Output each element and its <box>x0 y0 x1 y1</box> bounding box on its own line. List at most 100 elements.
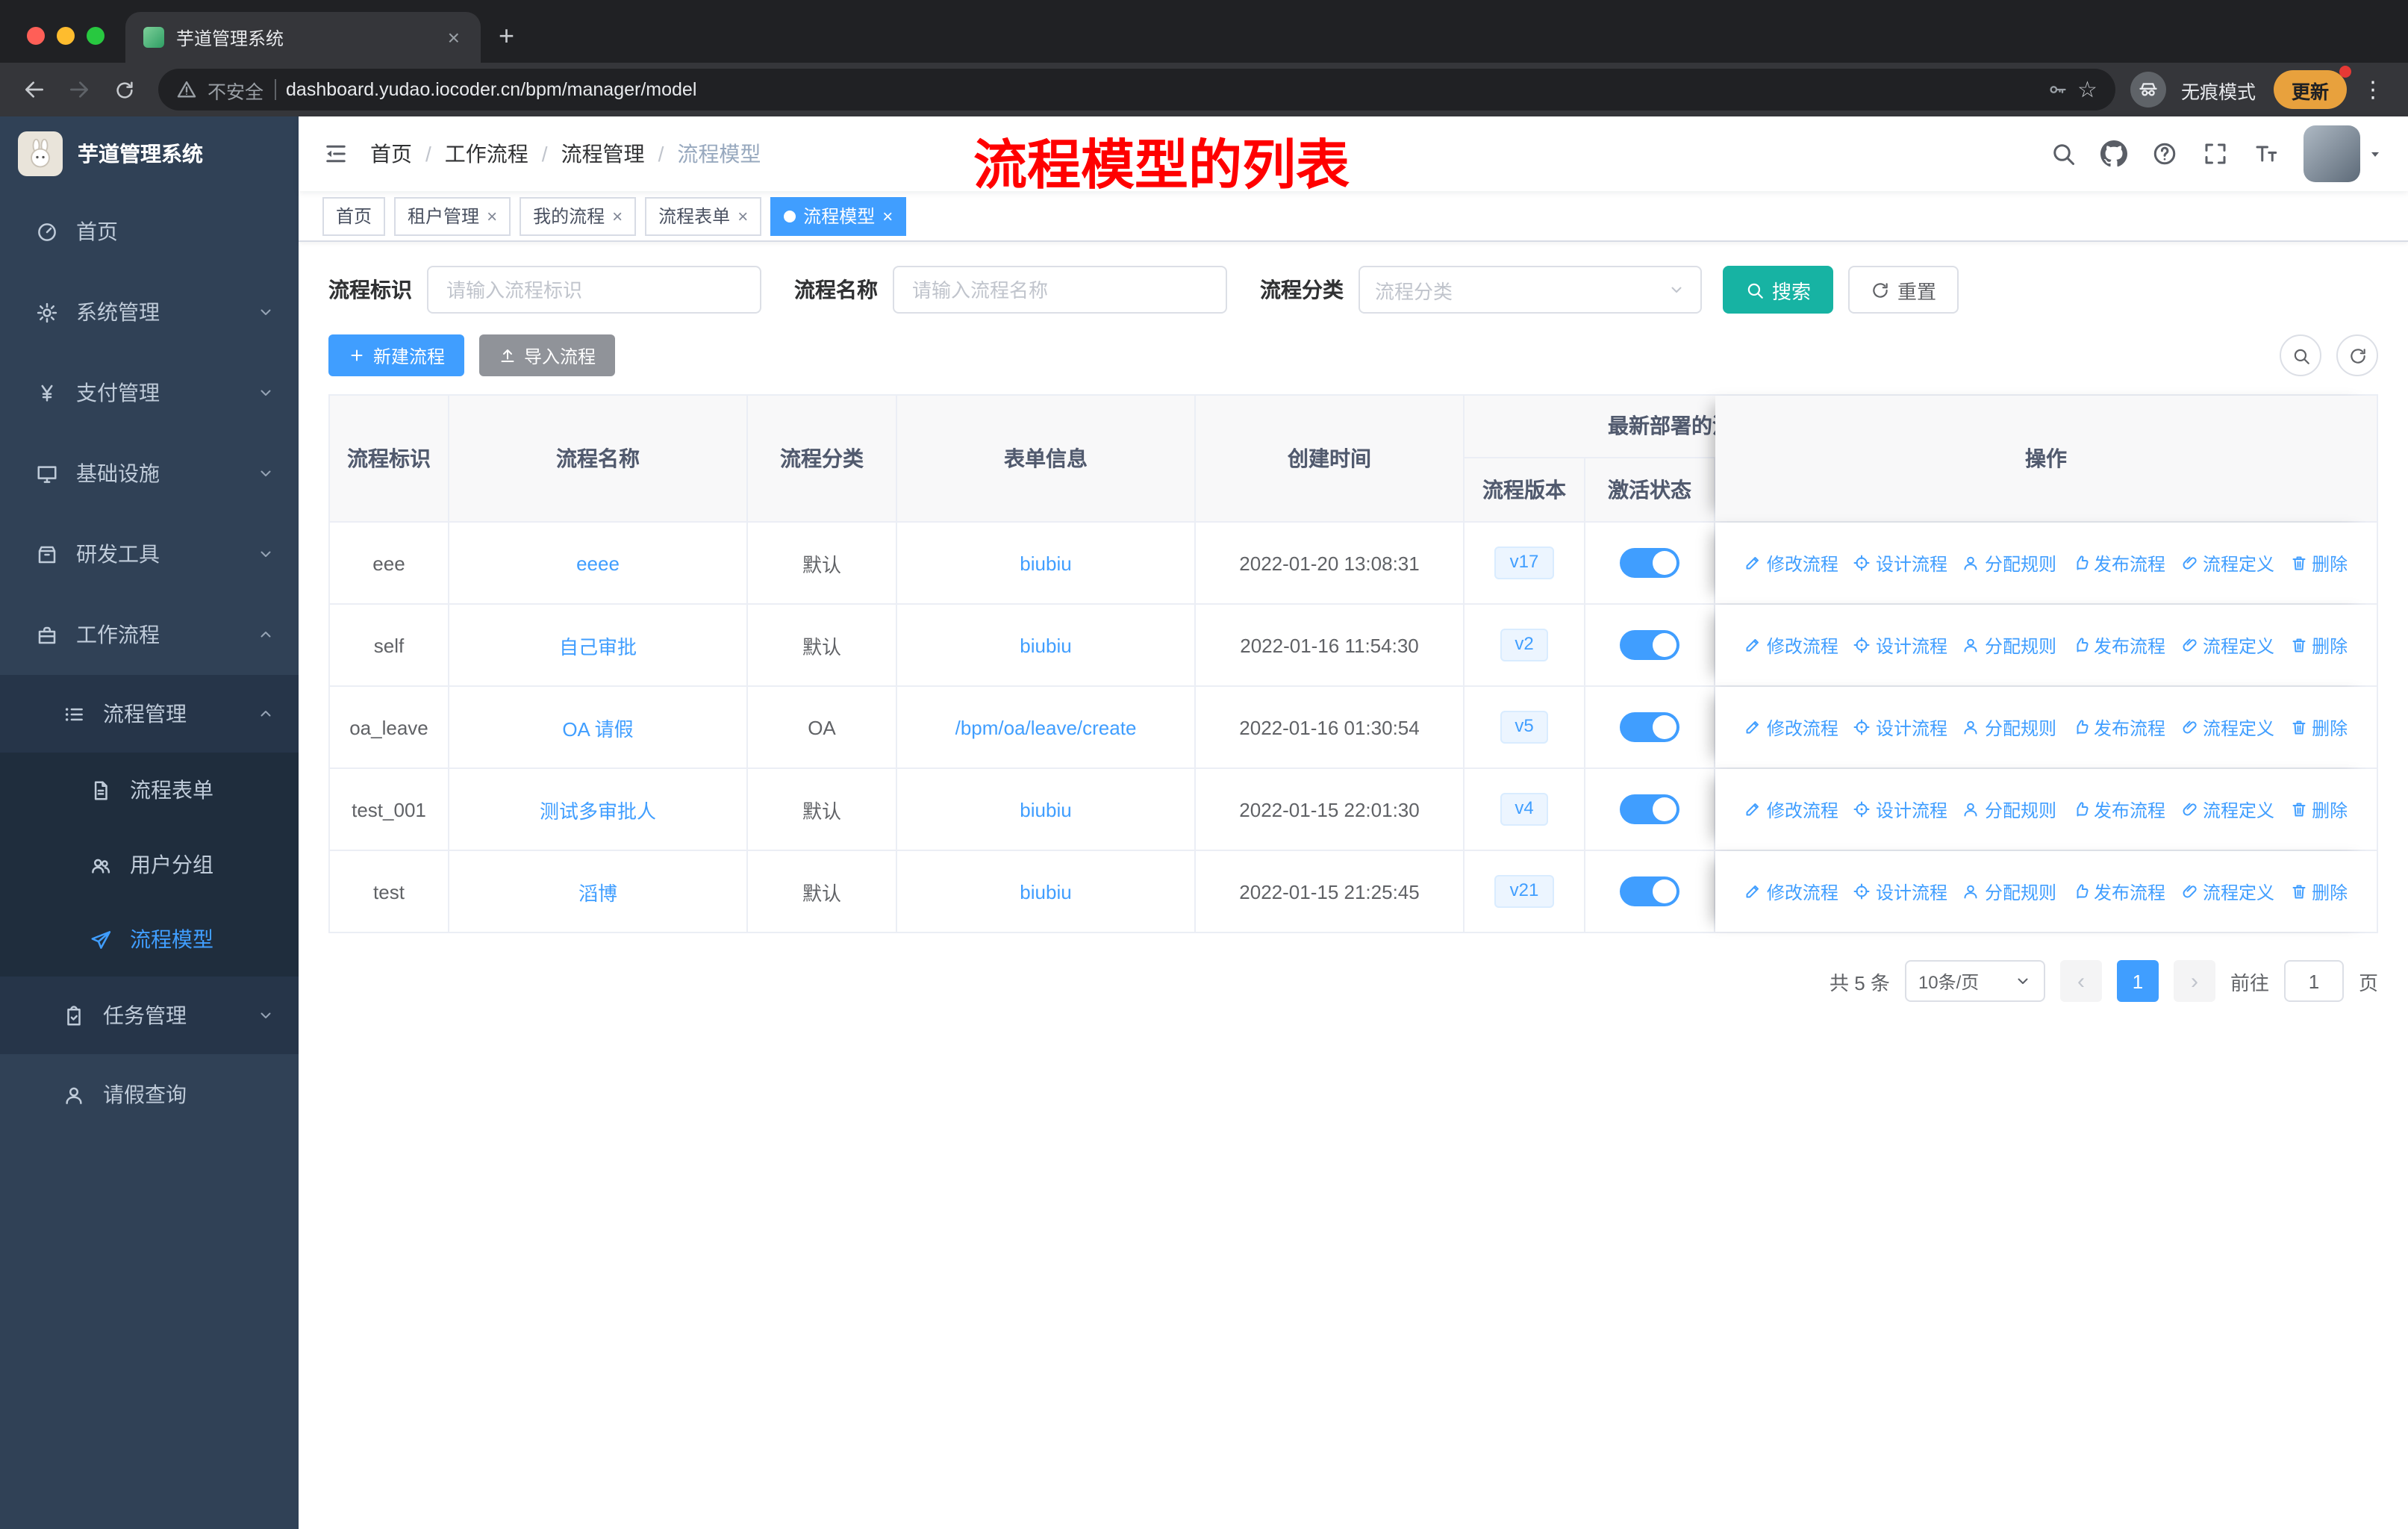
prev-page-button[interactable]: ‹ <box>2059 960 2102 1002</box>
assign-rule-link[interactable]: 分配规则 <box>1962 632 2056 658</box>
tab-close-icon[interactable]: × <box>445 25 463 49</box>
import-process-button[interactable]: 导入流程 <box>479 334 616 376</box>
tag-close-icon[interactable]: × <box>612 207 623 225</box>
sidebar-item-home[interactable]: 首页 <box>0 191 299 272</box>
active-toggle[interactable] <box>1620 630 1679 660</box>
assign-rule-link[interactable]: 分配规则 <box>1962 714 2056 740</box>
breadcrumb-process-mgmt[interactable]: 流程管理 <box>561 139 645 169</box>
process-name-input[interactable] <box>893 266 1227 314</box>
avatar[interactable] <box>2303 125 2360 182</box>
form-info-link[interactable]: biubiu <box>1020 798 1071 820</box>
form-info-link[interactable]: /bpm/oa/leave/create <box>955 716 1137 738</box>
design-process-link[interactable]: 设计流程 <box>1853 797 1947 822</box>
active-toggle[interactable] <box>1620 712 1679 742</box>
sidebar-item-process-mgmt[interactable]: 流程管理 <box>0 675 299 753</box>
font-size-icon[interactable] <box>2253 140 2280 167</box>
modify-process-link[interactable]: 修改流程 <box>1744 632 1838 658</box>
next-page-button[interactable]: › <box>2173 960 2215 1002</box>
active-toggle[interactable] <box>1620 876 1679 906</box>
process-definition-link[interactable]: 流程定义 <box>2180 797 2274 822</box>
design-process-link[interactable]: 设计流程 <box>1853 632 1947 658</box>
reload-button[interactable] <box>105 70 143 109</box>
reset-button[interactable]: 重置 <box>1848 266 1959 314</box>
tag-my-process[interactable]: 我的流程 × <box>520 196 637 235</box>
delete-link[interactable]: 删除 <box>2289 797 2348 822</box>
page-number-button[interactable]: 1 <box>2116 960 2159 1002</box>
github-icon[interactable] <box>2100 140 2127 167</box>
sidebar-collapse-button[interactable] <box>322 140 349 167</box>
browser-tab[interactable]: 芋道管理系统 × <box>125 12 481 63</box>
sidebar-item-workflow[interactable]: 工作流程 <box>0 594 299 675</box>
browser-update-button[interactable]: 更新 <box>2273 66 2351 109</box>
sidebar-item-payment[interactable]: 支付管理 <box>0 352 299 433</box>
key-icon[interactable] <box>2046 79 2067 100</box>
form-info-link[interactable]: biubiu <box>1020 552 1071 574</box>
sidebar-item-system[interactable]: 系统管理 <box>0 272 299 352</box>
modify-process-link[interactable]: 修改流程 <box>1744 797 1838 822</box>
delete-link[interactable]: 删除 <box>2289 879 2348 904</box>
help-icon[interactable] <box>2151 140 2178 167</box>
active-toggle[interactable] <box>1620 548 1679 578</box>
new-tab-button[interactable]: + <box>499 22 514 49</box>
fullscreen-icon[interactable] <box>2202 140 2229 167</box>
search-icon[interactable] <box>2050 140 2077 167</box>
design-process-link[interactable]: 设计流程 <box>1853 714 1947 740</box>
tag-close-icon[interactable]: × <box>487 207 497 225</box>
process-definition-link[interactable]: 流程定义 <box>2180 879 2274 904</box>
design-process-link[interactable]: 设计流程 <box>1853 879 1947 904</box>
assign-rule-link[interactable]: 分配规则 <box>1962 879 2056 904</box>
publish-process-link[interactable]: 发布流程 <box>2071 632 2165 658</box>
process-category-select[interactable]: 流程分类 <box>1359 266 1702 314</box>
tag-process-model[interactable]: 流程模型 × <box>770 196 907 235</box>
modify-process-link[interactable]: 修改流程 <box>1744 550 1838 576</box>
page-size-select[interactable]: 10条/页 <box>1904 960 2045 1002</box>
user-menu[interactable] <box>2303 125 2384 182</box>
form-info-link[interactable]: biubiu <box>1020 634 1071 656</box>
sidebar-item-infra[interactable]: 基础设施 <box>0 433 299 514</box>
active-toggle[interactable] <box>1620 794 1679 824</box>
sidebar-item-process-model[interactable]: 流程模型 <box>0 902 299 977</box>
forward-button[interactable] <box>60 70 99 109</box>
assign-rule-link[interactable]: 分配规则 <box>1962 797 2056 822</box>
goto-page-input[interactable] <box>2283 960 2344 1002</box>
breadcrumb-workflow[interactable]: 工作流程 <box>445 139 528 169</box>
modify-process-link[interactable]: 修改流程 <box>1744 714 1838 740</box>
process-id-input[interactable] <box>427 266 761 314</box>
publish-process-link[interactable]: 发布流程 <box>2071 797 2165 822</box>
sidebar-item-user-group[interactable]: 用户分组 <box>0 827 299 902</box>
tag-process-form[interactable]: 流程表单 × <box>645 196 762 235</box>
browser-menu-button[interactable]: ⋮ <box>2353 76 2393 103</box>
create-process-button[interactable]: 新建流程 <box>328 334 465 376</box>
publish-process-link[interactable]: 发布流程 <box>2071 550 2165 576</box>
publish-process-link[interactable]: 发布流程 <box>2071 714 2165 740</box>
design-process-link[interactable]: 设计流程 <box>1853 550 1947 576</box>
sidebar-item-leave-query[interactable]: 请假查询 <box>0 1054 299 1135</box>
delete-link[interactable]: 删除 <box>2289 550 2348 576</box>
assign-rule-link[interactable]: 分配规则 <box>1962 550 2056 576</box>
sidebar-item-devtools[interactable]: 研发工具 <box>0 514 299 594</box>
process-name-link[interactable]: 测试多审批人 <box>540 795 656 823</box>
process-definition-link[interactable]: 流程定义 <box>2180 632 2274 658</box>
breadcrumb-home[interactable]: 首页 <box>370 139 412 169</box>
tag-close-icon[interactable]: × <box>737 207 748 225</box>
minimize-window-button[interactable] <box>57 27 75 45</box>
tag-home[interactable]: 首页 <box>322 196 386 235</box>
back-button[interactable] <box>15 70 54 109</box>
zoom-window-button[interactable] <box>87 27 105 45</box>
tag-tenant-mgmt[interactable]: 租户管理 × <box>394 196 511 235</box>
toggle-search-button[interactable] <box>2280 334 2321 376</box>
bookmark-star-icon[interactable]: ☆ <box>2077 76 2097 103</box>
process-name-link[interactable]: eeee <box>576 552 620 574</box>
process-definition-link[interactable]: 流程定义 <box>2180 550 2274 576</box>
modify-process-link[interactable]: 修改流程 <box>1744 879 1838 904</box>
close-window-button[interactable] <box>27 27 45 45</box>
form-info-link[interactable]: biubiu <box>1020 880 1071 903</box>
process-name-link[interactable]: OA 请假 <box>562 713 633 741</box>
delete-link[interactable]: 删除 <box>2289 714 2348 740</box>
refresh-table-button[interactable] <box>2336 334 2378 376</box>
tag-close-icon[interactable]: × <box>882 207 893 225</box>
sidebar-item-task-mgmt[interactable]: 任务管理 <box>0 977 299 1054</box>
process-name-link[interactable]: 自己审批 <box>559 631 637 659</box>
url-box[interactable]: 不安全 dashboard.yudao.iocoder.cn/bpm/manag… <box>158 69 2115 110</box>
process-name-link[interactable]: 滔博 <box>578 877 617 906</box>
